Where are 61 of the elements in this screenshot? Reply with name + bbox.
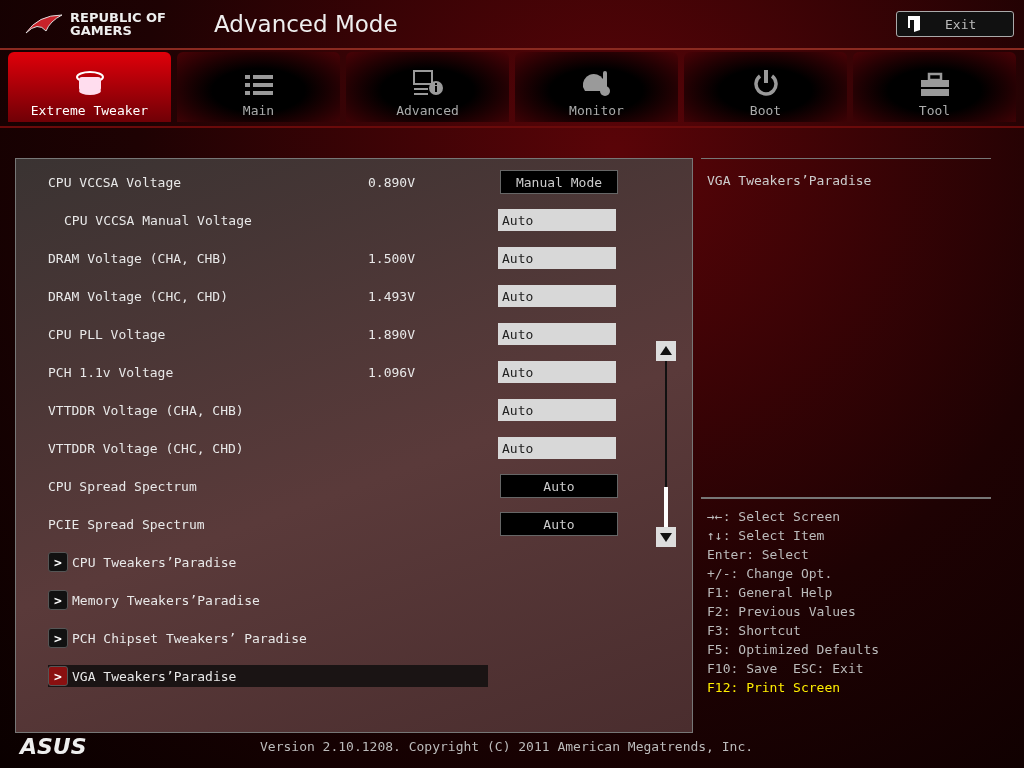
key-hint: Enter: Select <box>707 546 810 564</box>
gauge-thermometer-icon <box>580 69 613 97</box>
option-button[interactable]: Auto <box>500 474 618 498</box>
submenu-item[interactable]: > Memory Tweakers’Paradise <box>48 589 488 611</box>
setting-label: CPU VCCSA Voltage <box>48 174 183 190</box>
voltage-reading: 0.890V <box>368 174 415 190</box>
key-hint: ↑↓: Select Item <box>707 527 826 545</box>
brand-logo: ASUS <box>20 733 88 759</box>
option-button[interactable]: Auto <box>500 512 618 536</box>
option-button[interactable]: Manual Mode <box>500 170 618 194</box>
key-hint: F3: Shortcut <box>707 622 802 640</box>
exit-button[interactable]: Exit <box>896 11 1014 37</box>
setting-label: VTTDDR Voltage (CHA, CHB) <box>48 402 245 418</box>
tab[interactable]: Advanced <box>346 52 509 122</box>
scroll-up-icon[interactable] <box>656 341 676 361</box>
toolbox-icon <box>918 71 951 97</box>
value-field[interactable]: Auto <box>498 323 616 345</box>
list-icon <box>243 73 274 97</box>
setting-label: DRAM Voltage (CHA, CHB) <box>48 250 229 266</box>
setting-label: CPU VCCSA Manual Voltage <box>63 212 253 228</box>
help-text: VGA Tweakers’Paradise <box>707 173 872 188</box>
logo-text: REPUBLIC OF <box>70 11 166 24</box>
setting-label: PCH 1.1v Voltage <box>48 364 175 380</box>
tab[interactable]: Extreme Tweaker <box>8 52 171 122</box>
door-icon <box>907 15 921 33</box>
submenu-item[interactable]: > PCH Chipset Tweakers’ Paradise <box>48 627 488 649</box>
tab[interactable]: Monitor <box>515 52 678 122</box>
key-hint: →←: Select Screen <box>707 508 842 526</box>
setting-label: CPU Spread Spectrum <box>48 478 198 494</box>
key-hint: F2: Previous Values <box>707 603 857 621</box>
setting-label: VTTDDR Voltage (CHC, CHD) <box>48 440 245 456</box>
version-text: Version 2.10.1208. Copyright (C) 2011 American Megatrends, Inc. <box>260 738 754 754</box>
value-field[interactable]: Auto <box>498 399 616 421</box>
tab[interactable]: Tool <box>853 52 1016 122</box>
scroll-down-icon[interactable] <box>656 527 676 547</box>
voltage-reading: 1.096V <box>368 364 415 380</box>
setting-label: DRAM Voltage (CHC, CHD) <box>48 288 229 304</box>
key-hint: F10: Save ESC: Exit <box>707 660 865 678</box>
submenu-item[interactable]: > CPU Tweakers’Paradise <box>48 551 488 573</box>
power-icon <box>751 69 780 97</box>
submenu-item[interactable]: > VGA Tweakers’Paradise <box>48 665 488 687</box>
setting-label: PCIE Spread Spectrum <box>48 516 206 532</box>
value-field[interactable]: Auto <box>498 285 616 307</box>
key-hint: F1: General Help <box>707 584 834 602</box>
value-field[interactable]: Auto <box>498 247 616 269</box>
key-hint: +/-: Change Opt. <box>707 565 834 583</box>
window-title: Advanced Mode <box>214 11 399 37</box>
value-field[interactable]: Auto <box>498 437 616 459</box>
tab[interactable]: Main <box>177 52 340 122</box>
value-field[interactable]: Auto <box>498 361 616 383</box>
scrollbar-track[interactable] <box>664 361 668 527</box>
screen-info-icon <box>411 69 444 97</box>
voltage-reading: 1.890V <box>368 326 415 342</box>
voltage-reading: 1.500V <box>368 250 415 266</box>
tab[interactable]: Boot <box>684 52 847 122</box>
key-hint: F12: Print Screen <box>707 679 842 697</box>
logo-text: GAMERS <box>70 24 133 37</box>
voltage-reading: 1.493V <box>368 288 415 304</box>
key-hint: F5: Optimized Defaults <box>707 641 881 659</box>
value-field[interactable]: Auto <box>498 209 616 231</box>
setting-label: CPU PLL Voltage <box>48 326 167 342</box>
